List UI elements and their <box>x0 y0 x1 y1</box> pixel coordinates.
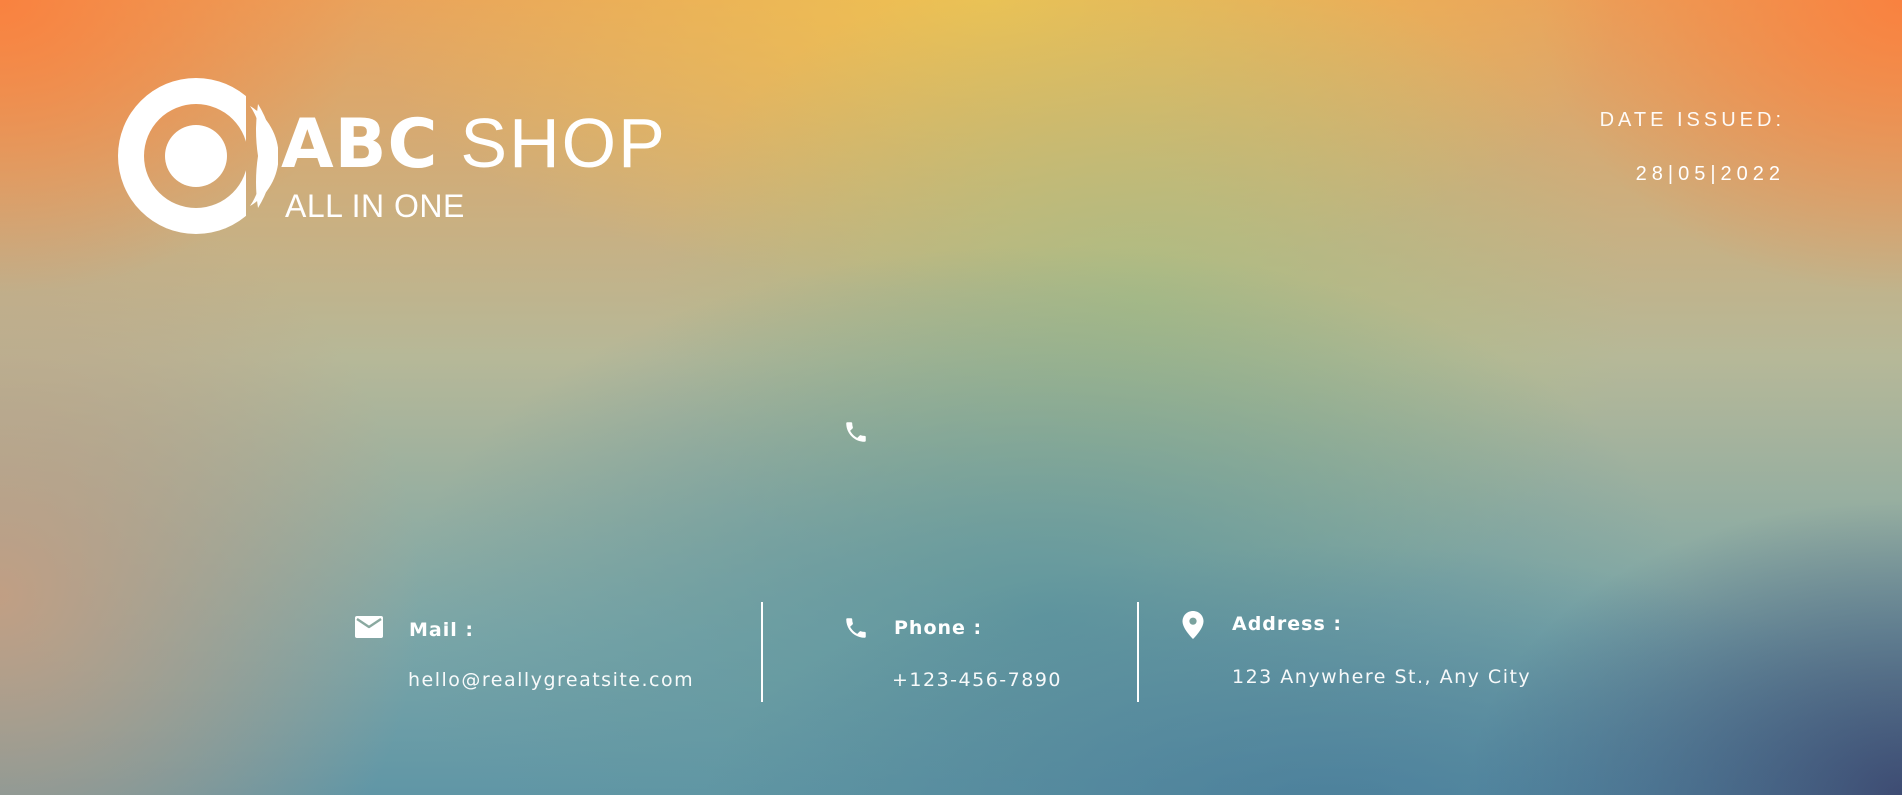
mail-label: Mail : <box>409 619 474 641</box>
mail-value[interactable]: hello@reallygreatsite.com <box>408 669 694 691</box>
date-issued: DATE ISSUED: 28|05|2022 <box>1600 110 1785 184</box>
contact-phone: Phone : +123-456-7890 <box>843 603 1133 703</box>
date-value: 28|05|2022 <box>1635 163 1785 185</box>
phone-label: Phone : <box>894 617 983 639</box>
contact-address: Address : 123 Anywhere St., Any City <box>1182 603 1602 703</box>
brand-tagline: ALL IN ONE <box>285 188 465 224</box>
phone-value[interactable]: +123-456-7890 <box>892 669 1062 691</box>
phone-icon <box>846 618 866 638</box>
divider <box>1137 602 1139 702</box>
address-label: Address : <box>1232 613 1342 635</box>
address-value: 123 Anywhere St., Any City <box>1232 666 1532 688</box>
brand-logo: ABC SHOP ALL IN ONE <box>118 78 678 238</box>
brand-name-bold: ABC <box>281 105 439 184</box>
divider <box>761 602 763 702</box>
date-label: DATE ISSUED: <box>1599 109 1785 131</box>
brand-name-light: SHOP <box>460 104 667 182</box>
brand-name: ABC SHOP <box>281 108 667 179</box>
circle-logo-icon <box>118 78 278 234</box>
phone-icon <box>846 422 866 442</box>
contact-mail: Mail : hello@reallygreatsite.com <box>354 603 754 703</box>
location-pin-icon <box>1182 611 1204 639</box>
envelope-icon <box>355 616 383 638</box>
